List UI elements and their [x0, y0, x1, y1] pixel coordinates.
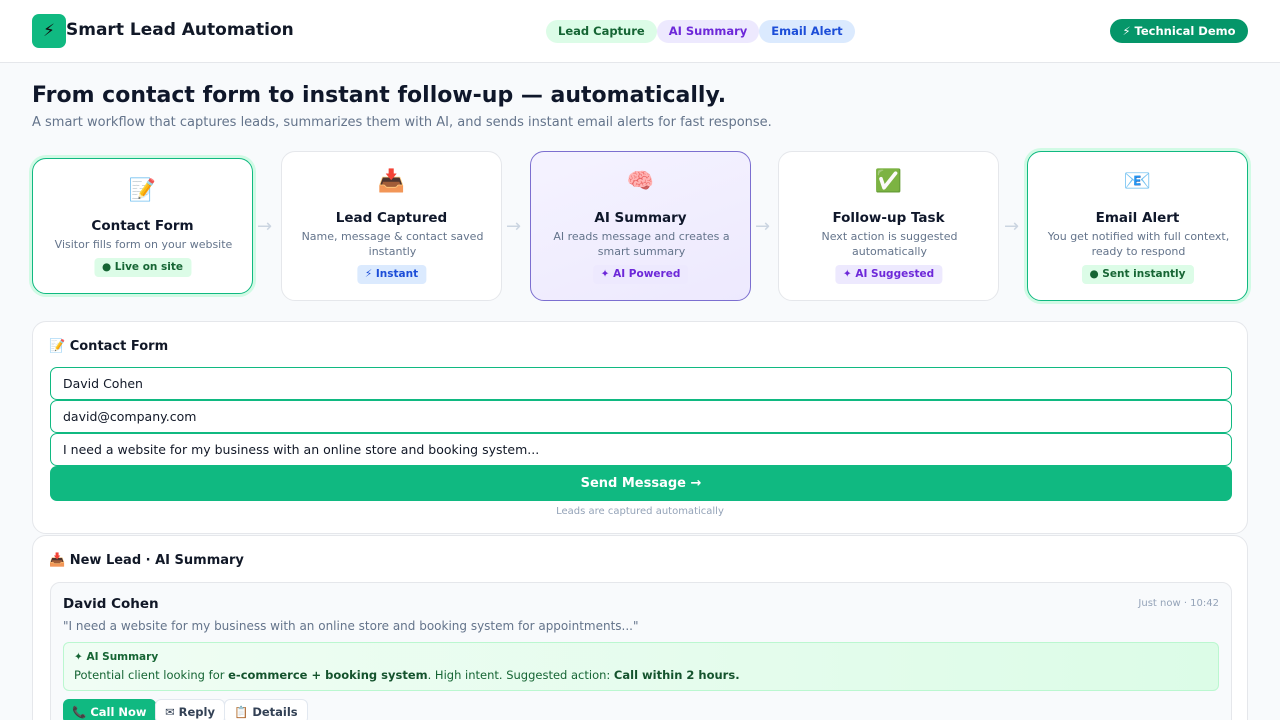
- page-subtitle: A smart workflow that captures leads, su…: [32, 115, 772, 130]
- lead-timestamp: Just now · 10:42: [1138, 598, 1219, 609]
- lead-name: David Cohen: [63, 596, 159, 612]
- ai-summary-label: ✦ AI Summary: [74, 651, 159, 663]
- status-badge: ⚡ Instant: [356, 265, 427, 284]
- step-card-contact-form[interactable]: 📝 Contact Form Visitor fills form on you…: [32, 158, 253, 294]
- step-desc: Visitor fills form on your website: [54, 238, 233, 251]
- workflow-pills: Lead Capture AI Summary Email Alert: [546, 20, 855, 43]
- step-card-lead-captured[interactable]: 📥 Lead Captured Name, message & contact …: [281, 151, 502, 301]
- pill-lead-capture[interactable]: Lead Capture: [546, 20, 657, 43]
- pill-email-alert[interactable]: Email Alert: [759, 20, 855, 43]
- lead-card[interactable]: David Cohen Just now · 10:42 "I need a w…: [50, 582, 1232, 720]
- step-desc: Next action is suggested automatically: [821, 230, 958, 258]
- pill-ai-summary[interactable]: AI Summary: [656, 20, 760, 43]
- reply-button[interactable]: ✉ Reply: [155, 699, 225, 720]
- contact-form-title: 📝 Contact Form: [49, 339, 169, 354]
- arrow-icon: →: [506, 216, 522, 237]
- app-header: ⚡ Smart Lead Automation Lead Capture AI …: [0, 0, 1280, 63]
- email-icon: 📧: [1123, 169, 1152, 194]
- step-title: Follow-up Task: [832, 210, 945, 226]
- new-lead-title: 📥 New Lead · AI Summary: [49, 553, 244, 568]
- step-title: AI Summary: [594, 210, 687, 226]
- step-title: Email Alert: [1095, 210, 1180, 226]
- step-desc: AI reads message and creates a smart sum…: [553, 230, 730, 258]
- name-input[interactable]: [50, 367, 1232, 400]
- arrow-icon: →: [755, 216, 771, 237]
- technical-demo-button[interactable]: ⚡ Technical Demo: [1110, 19, 1248, 43]
- form-icon: 📝: [128, 178, 157, 203]
- details-button[interactable]: 📋 Details: [224, 699, 308, 720]
- contact-form-panel: 📝 Contact Form Send Message → Leads are …: [32, 321, 1248, 534]
- arrow-icon: →: [257, 216, 273, 237]
- step-title: Lead Captured: [335, 210, 448, 226]
- step-desc: You get notified with full context, read…: [1047, 230, 1230, 258]
- status-badge: ● Sent instantly: [1081, 265, 1194, 284]
- lightning-icon: ⚡: [32, 14, 66, 48]
- status-badge: ✦ AI Powered: [592, 265, 689, 284]
- brand-name: Smart Lead Automation: [66, 20, 294, 40]
- ai-summary-box: ✦ AI Summary Potential client looking fo…: [63, 642, 1219, 691]
- status-badge: ● Live on site: [93, 258, 192, 277]
- page-title: From contact form to instant follow-up —…: [32, 83, 727, 108]
- check-icon: ✅: [874, 169, 903, 194]
- step-card-follow-up[interactable]: ✅ Follow-up Task Next action is suggeste…: [778, 151, 999, 301]
- call-now-button[interactable]: 📞 Call Now: [63, 699, 156, 720]
- step-card-ai-summary[interactable]: 🧠 AI Summary AI reads message and create…: [530, 151, 751, 301]
- step-desc: Name, message & contact saved instantly: [301, 230, 484, 258]
- new-lead-panel: 📥 New Lead · AI Summary David Cohen Just…: [32, 535, 1248, 720]
- status-badge: ✦ AI Suggested: [834, 265, 943, 284]
- ai-summary-text: Potential client looking for e-commerce …: [74, 668, 740, 682]
- email-input[interactable]: [50, 400, 1232, 433]
- step-card-email-alert[interactable]: 📧 Email Alert You get notified with full…: [1027, 151, 1248, 301]
- lead-message: "I need a website for my business with a…: [63, 619, 639, 633]
- message-input[interactable]: [50, 433, 1232, 466]
- arrow-icon: →: [1004, 216, 1020, 237]
- step-title: Contact Form: [91, 218, 194, 234]
- send-message-button[interactable]: Send Message →: [50, 466, 1232, 501]
- form-note: Leads are captured automatically: [556, 506, 724, 517]
- inbox-icon: 📥: [377, 169, 406, 194]
- brain-icon: 🧠: [626, 169, 655, 194]
